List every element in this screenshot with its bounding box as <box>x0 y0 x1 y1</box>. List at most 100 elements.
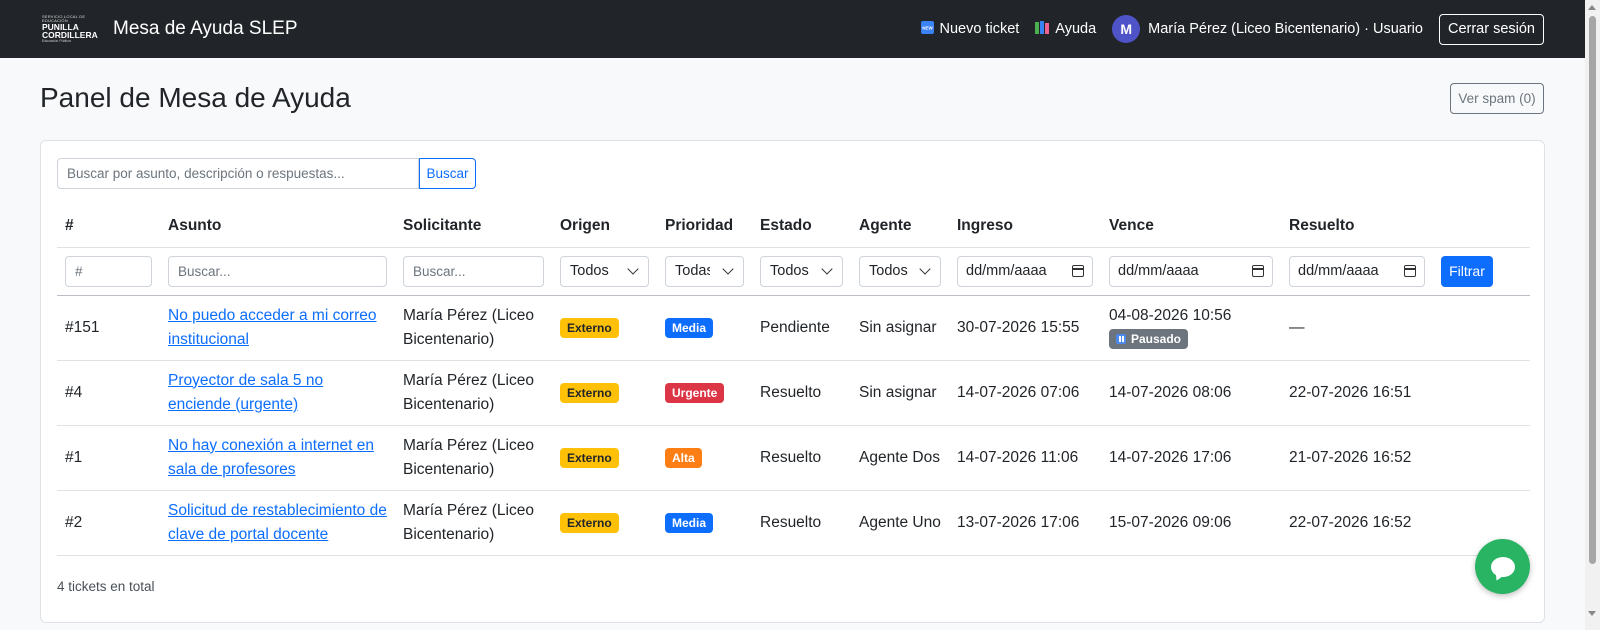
col-header-actions <box>1433 205 1530 248</box>
help-link[interactable]: Ayuda <box>1035 20 1097 38</box>
ticket-due-cell: 04-08-2026 10:56 Pausado <box>1101 295 1281 361</box>
filter-created-placeholder: dd/mm/aaaa <box>966 263 1047 279</box>
filter-resolved-date[interactable]: dd/mm/aaaa <box>1289 255 1425 287</box>
priority-badge: Alta <box>665 447 702 468</box>
calendar-icon[interactable] <box>1252 265 1264 277</box>
filter-due-date[interactable]: dd/mm/aaaa <box>1109 255 1273 287</box>
new-badge-icon: NEW <box>920 20 934 38</box>
avatar[interactable]: M <box>1112 15 1141 43</box>
filter-requester-input[interactable] <box>403 255 544 287</box>
col-header-due[interactable]: Vence <box>1101 205 1281 248</box>
scroll-down-arrow-icon[interactable] <box>1588 611 1596 616</box>
books-icon <box>1035 20 1050 38</box>
col-header-resolved[interactable]: Resuelto <box>1281 205 1433 248</box>
ticket-created: 14-07-2026 11:06 <box>949 425 1101 491</box>
ticket-created: 30-07-2026 15:55 <box>949 295 1101 361</box>
chevron-down-icon <box>627 263 639 275</box>
scroll-up-arrow-icon[interactable] <box>1588 5 1596 10</box>
ticket-resolved: — <box>1281 295 1433 361</box>
ticket-due: 14-07-2026 17:06 <box>1101 425 1281 491</box>
new-ticket-link[interactable]: NEW Nuevo ticket <box>920 20 1020 38</box>
calendar-icon[interactable] <box>1404 265 1416 277</box>
origin-badge: Externo <box>560 317 619 338</box>
paused-badge-label: Pausado <box>1131 331 1182 346</box>
scroll-thumb[interactable] <box>1589 16 1596 564</box>
filter-button[interactable]: Filtrar <box>1441 255 1493 287</box>
table-row[interactable]: #151 No puedo acceder a mi correo instit… <box>57 295 1530 361</box>
filter-origin-value: Todos <box>570 263 609 279</box>
paused-badge: Pausado <box>1109 328 1189 349</box>
tickets-card: Buscar # Asunto Solicitante Origen Prior… <box>40 140 1545 623</box>
priority-badge: Urgente <box>665 382 725 403</box>
ticket-status: Resuelto <box>752 490 851 556</box>
pause-icon <box>1116 333 1126 344</box>
col-header-agent[interactable]: Agente <box>851 205 949 248</box>
app-title[interactable]: Mesa de Ayuda SLEP <box>113 18 298 40</box>
slep-logo[interactable]: SERVICIO LOCAL DE EDUCACIÓN PUNILLA CORD… <box>42 14 98 43</box>
ticket-due: 14-07-2026 08:06 <box>1101 360 1281 426</box>
ticket-id: #2 <box>57 490 160 556</box>
user-name: María Pérez (Liceo Bicentenario) · Usuar… <box>1148 21 1423 37</box>
col-header-requester[interactable]: Solicitante <box>395 205 552 248</box>
top-navbar: SERVICIO LOCAL DE EDUCACIÓN PUNILLA CORD… <box>0 0 1585 58</box>
filter-agent-select[interactable]: Todos <box>859 255 941 287</box>
filter-status-select[interactable]: Todos <box>760 255 843 287</box>
help-label: Ayuda <box>1055 21 1097 37</box>
table-row[interactable]: #2 Solicitud de restablecimiento de clav… <box>57 490 1530 556</box>
ticket-count: 4 tickets en total <box>57 579 155 594</box>
page-scrollbar[interactable] <box>1585 0 1600 630</box>
ticket-subject-link[interactable]: Proyector de sala 5 no enciende (urgente… <box>168 372 323 413</box>
filter-due-placeholder: dd/mm/aaaa <box>1118 263 1199 279</box>
col-header-subject[interactable]: Asunto <box>160 205 395 248</box>
svg-text:NEW: NEW <box>922 25 933 30</box>
logout-button[interactable]: Cerrar sesión <box>1438 13 1544 45</box>
filter-origin-select[interactable]: Todos <box>560 255 649 287</box>
ticket-requester: María Pérez (Liceo Bicentenario) <box>395 425 552 491</box>
chevron-down-icon <box>919 263 931 275</box>
origin-badge: Externo <box>560 382 619 403</box>
ticket-subject-link[interactable]: Solicitud de restablecimiento de clave d… <box>168 502 387 543</box>
ticket-resolved: 22-07-2026 16:51 <box>1281 360 1433 426</box>
origin-badge: Externo <box>560 512 619 533</box>
table-header-row: # Asunto Solicitante Origen Prioridad Es… <box>57 205 1530 248</box>
col-header-id[interactable]: # <box>57 205 160 248</box>
ticket-due: 15-07-2026 09:06 <box>1101 490 1281 556</box>
new-ticket-label: Nuevo ticket <box>939 21 1020 37</box>
tickets-table: # Asunto Solicitante Origen Prioridad Es… <box>57 205 1530 556</box>
ticket-id: #151 <box>57 295 160 361</box>
search-input[interactable] <box>57 158 419 189</box>
chat-button[interactable] <box>1475 539 1530 594</box>
ticket-subject-link[interactable]: No hay conexión a internet en sala de pr… <box>168 437 374 478</box>
filter-row: Todos Todas Todos Todos dd/mm/aaaa dd/mm… <box>57 247 1530 296</box>
ticket-id: #4 <box>57 360 160 426</box>
table-row[interactable]: #4 Proyector de sala 5 no enciende (urge… <box>57 360 1530 426</box>
ticket-created: 13-07-2026 17:06 <box>949 490 1101 556</box>
col-header-origin[interactable]: Origen <box>552 205 657 248</box>
ticket-resolved: 22-07-2026 16:52 <box>1281 490 1433 556</box>
ticket-id: #1 <box>57 425 160 491</box>
col-header-created[interactable]: Ingreso <box>949 205 1101 248</box>
view-spam-button[interactable]: Ver spam (0) <box>1450 83 1544 114</box>
ticket-subject-link[interactable]: No puedo acceder a mi correo institucion… <box>168 307 377 348</box>
filter-subject-input[interactable] <box>168 255 387 287</box>
ticket-requester: María Pérez (Liceo Bicentenario) <box>395 295 552 361</box>
ticket-agent: Agente Dos <box>851 425 949 491</box>
search-button[interactable]: Buscar <box>419 158 476 189</box>
table-row[interactable]: #1 No hay conexión a internet en sala de… <box>57 425 1530 491</box>
filter-priority-select[interactable]: Todas <box>665 255 744 287</box>
ticket-created: 14-07-2026 07:06 <box>949 360 1101 426</box>
ticket-status: Resuelto <box>752 360 851 426</box>
logo-line-4: Educación Pública <box>42 38 71 43</box>
ticket-due: 04-08-2026 10:56 <box>1109 306 1232 324</box>
ticket-status: Pendiente <box>752 295 851 361</box>
chevron-down-icon <box>821 263 833 275</box>
chevron-down-icon <box>722 263 734 275</box>
filter-id-input[interactable] <box>65 255 152 287</box>
col-header-status[interactable]: Estado <box>752 205 851 248</box>
origin-badge: Externo <box>560 447 619 468</box>
filter-priority-value: Todas <box>675 263 710 279</box>
filter-created-date[interactable]: dd/mm/aaaa <box>957 255 1093 287</box>
col-header-priority[interactable]: Prioridad <box>657 205 752 248</box>
calendar-icon[interactable] <box>1072 265 1084 277</box>
ticket-requester: María Pérez (Liceo Bicentenario) <box>395 490 552 556</box>
